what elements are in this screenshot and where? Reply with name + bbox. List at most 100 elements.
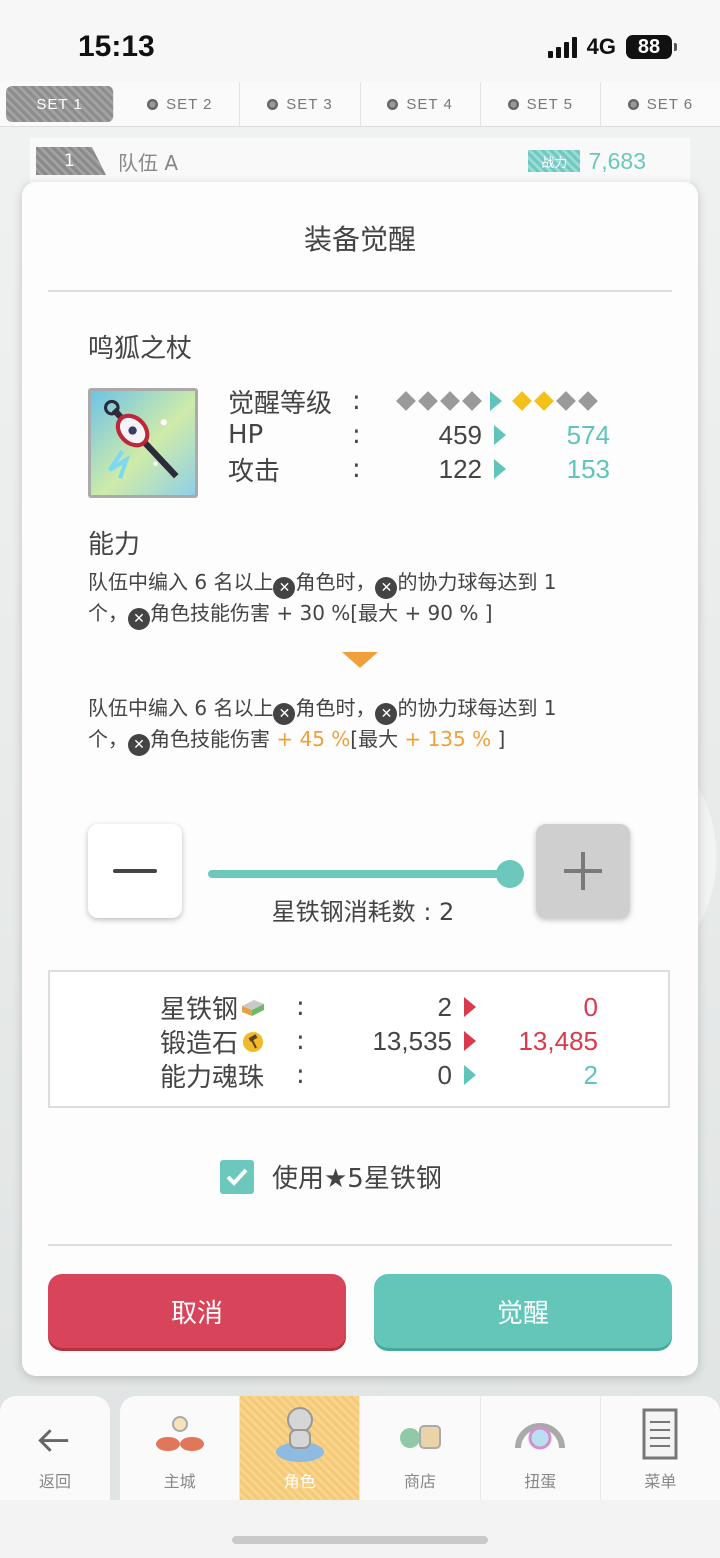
nav-label: 角色 [283, 1472, 316, 1491]
tab-label: SET 1 [36, 95, 83, 113]
slider-handle[interactable] [496, 860, 524, 888]
use-star5-label: 使用★5星铁钢 [272, 1164, 442, 1194]
home-icon [155, 1416, 204, 1451]
star-steel-icon [242, 1000, 265, 1016]
shop-icon [400, 1425, 441, 1449]
set-dot-icon [387, 98, 399, 110]
arrow-right-icon [464, 1065, 476, 1085]
check-icon [226, 1168, 248, 1186]
stat-label: 觉醒等级 [228, 388, 333, 419]
tab-set-3[interactable]: SET 3 [240, 82, 361, 126]
item-name: 鸣狐之杖 [88, 334, 193, 364]
signal-icon [547, 36, 577, 58]
tab-label: SET 6 [646, 95, 694, 113]
nav-item-home[interactable]: 主城 [120, 1396, 241, 1500]
stat-label: 攻击 [228, 456, 281, 487]
tab-set-1[interactable]: SET 1 [6, 86, 115, 122]
tab-set-6[interactable]: SET 6 [601, 82, 720, 126]
divider [48, 290, 672, 292]
stat-colon: : [352, 454, 361, 484]
tab-label: SET 5 [526, 95, 573, 113]
nav-item-character[interactable]: 角色 [240, 1396, 361, 1500]
battery-level: 88 [637, 35, 661, 58]
bottom-nav: 返回 主城 角色 商店 扭蛋 菜单 [0, 1396, 720, 1500]
awaken-modal: 装备觉醒 鸣狐之杖 觉醒等级 : HP : 459 574 攻击: 122 1… [22, 182, 698, 1376]
tab-set-5[interactable]: SET 5 [481, 82, 601, 126]
status-indicators: 4G 88 [547, 34, 677, 60]
increase-button[interactable] [536, 824, 630, 918]
arrow-right-icon [494, 459, 506, 479]
character-type-icon: ✕ [128, 608, 150, 630]
tab-set-2[interactable]: SET 2 [120, 82, 241, 126]
character-type-icon: ✕ [273, 703, 296, 725]
character-type-icon: ✕ [273, 577, 296, 599]
nav-label: 返回 [38, 1472, 71, 1491]
nav-item-shop[interactable]: 商店 [360, 1396, 481, 1500]
stat-before: 459 [438, 419, 482, 450]
stat-row-hp: HP : 459 574 [228, 418, 648, 452]
forge-stone-icon [243, 1032, 264, 1052]
stat-row-attack: 攻击 : 122 153 [228, 452, 648, 487]
status-time: 15:13 [78, 30, 155, 63]
plus-icon [564, 852, 602, 890]
character-type-icon: ✕ [375, 577, 398, 599]
consume-slider[interactable] [208, 870, 510, 878]
nav-group: 主城 角色 商店 扭蛋 菜单 [120, 1396, 720, 1500]
back-arrow-icon [38, 1429, 69, 1452]
consume-count-label: 星铁钢消耗数 : 2 [271, 898, 455, 926]
power-badge: 战力 [528, 150, 581, 172]
set-tabs: SET 1 SET 2 SET 3 SET 4 SET 5 SET 6 [0, 82, 720, 127]
set-dot-icon [507, 98, 519, 110]
status-bar: 15:13 4G 88 [0, 0, 720, 90]
arrow-right-icon [464, 1031, 476, 1051]
battery-icon: 88 [626, 35, 677, 59]
stat-label: HP [228, 420, 264, 450]
divider [48, 1244, 672, 1246]
use-star5-option[interactable]: 使用★5星铁钢 [220, 1158, 442, 1195]
down-arrow-icon [342, 652, 378, 668]
character-type-icon: ✕ [375, 703, 398, 725]
menu-icon [642, 1408, 678, 1460]
ability-after: 队伍中编入 6 名以上 ✕ 角色时， ✕ 的协力球每达到 1 个， ✕ 角色技能伤害 + 4… [88, 694, 628, 756]
gacha-icon [515, 1423, 566, 1450]
awaken-level-before [392, 391, 482, 411]
tab-label: SET 2 [166, 95, 213, 113]
arrow-right-icon [464, 997, 476, 1017]
awaken-level-after [512, 391, 598, 411]
nav-label: 扭蛋 [524, 1472, 557, 1491]
awaken-button[interactable]: 觉醒 [374, 1274, 672, 1348]
stat-before: 122 [438, 453, 482, 484]
character-icon [275, 1407, 324, 1462]
decrease-button[interactable] [88, 824, 182, 918]
stat-after: 153 [566, 453, 610, 484]
nav-label: 主城 [163, 1472, 196, 1491]
tab-set-4[interactable]: SET 4 [361, 82, 481, 126]
home-indicator[interactable] [232, 1536, 488, 1544]
nav-label: 商店 [404, 1472, 437, 1491]
set-dot-icon [627, 98, 639, 110]
use-star5-checkbox[interactable] [220, 1159, 254, 1194]
set-dot-icon [147, 98, 159, 110]
nav-back[interactable]: 返回 [0, 1396, 110, 1500]
cancel-button[interactable]: 取消 [48, 1274, 346, 1348]
power-value: 7,683 [588, 147, 646, 174]
cost-box: 星铁钢 : 2 0 锻造石 : 13,535 13,485 能力魂珠: 0 2 [48, 970, 670, 1108]
modal-title: 装备觉醒 [303, 223, 416, 256]
ability-title: 能力 [88, 530, 141, 560]
network-type: 4G [586, 34, 616, 59]
minus-icon [113, 869, 157, 873]
set-dot-icon [267, 98, 279, 110]
cost-row-ability-orb: 能力魂珠 : 0 2 [160, 1059, 598, 1093]
tab-label: SET 4 [406, 95, 453, 113]
cost-row-forge-stone: 锻造石 : 13,535 13,485 [160, 1025, 598, 1059]
team-name: 队伍 A [118, 150, 179, 175]
ability-before: 队伍中编入 6 名以上 ✕ 角色时， ✕ 的协力球每达到 1 个， ✕ 角色技能伤害 + 3… [88, 568, 628, 630]
nav-item-menu[interactable]: 菜单 [601, 1396, 720, 1500]
stats-table: 觉醒等级 : HP : 459 574 攻击 : 122 153 [228, 384, 648, 487]
nav-item-gacha[interactable]: 扭蛋 [481, 1396, 601, 1500]
stat-row-awaken-level: 觉醒等级 : [228, 384, 648, 419]
stat-colon: : [352, 420, 361, 450]
arrow-right-icon [490, 391, 502, 411]
team-row[interactable]: 1 队伍 A 战力 7,683 [30, 138, 690, 184]
home-bar-area [0, 1500, 720, 1558]
